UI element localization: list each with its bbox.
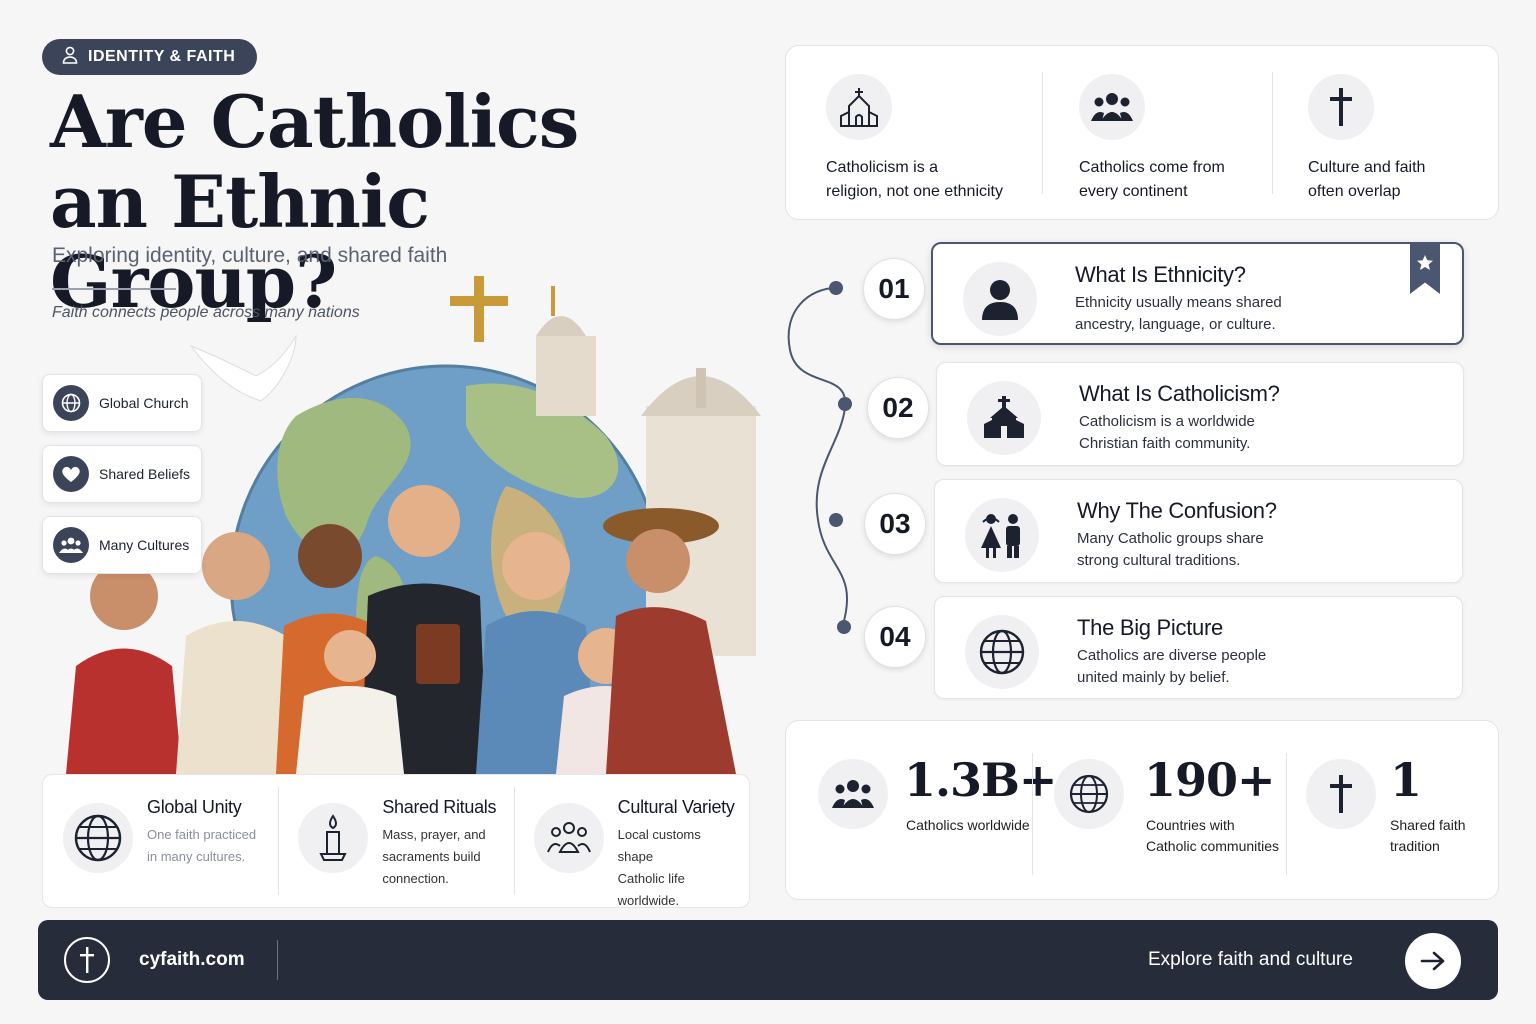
feature-global-unity: Global Unity One faith practiced in many … xyxy=(43,775,278,907)
people-icon xyxy=(533,803,604,873)
feature-title: Cultural Variety xyxy=(617,797,735,817)
pill-shared-beliefs[interactable]: Shared Beliefs xyxy=(42,445,202,503)
stat-value: 190+ xyxy=(1144,753,1276,807)
divider xyxy=(1032,753,1033,875)
pill-label: Many Cultures xyxy=(99,537,190,553)
stat-value: 1 xyxy=(1390,753,1422,807)
people-icon xyxy=(1079,74,1145,140)
fact-item: Culture and faith often overlap xyxy=(1308,74,1425,204)
feature-text: Mass, prayer, and sacraments build connect… xyxy=(382,827,486,886)
feature-text: Local customs shape Catholic life worldwid… xyxy=(617,827,701,908)
fact-item: Catholicism is a religion, not one ethnic… xyxy=(826,74,1003,204)
step-number: 02 xyxy=(867,377,929,439)
fact-item: Catholics come from every continent xyxy=(1079,74,1225,204)
feature-text: One faith practiced in many cultures. xyxy=(147,827,257,864)
step-text: Ethnicity usually means shared ancestry, … xyxy=(1075,294,1282,333)
site-link[interactable]: cyfaith.com xyxy=(139,949,245,971)
step-number: 01 xyxy=(863,258,925,320)
stats-card: 1.3B+ Catholics worldwide 190+ Countries… xyxy=(785,720,1499,900)
heart-icon xyxy=(53,456,89,492)
pill-global-church[interactable]: Global Church xyxy=(42,374,202,432)
feature-cultural-variety: Cultural Variety Local customs shape Cath… xyxy=(513,775,749,908)
cross-icon xyxy=(1306,759,1376,829)
globe-icon xyxy=(965,615,1039,689)
arrow-right-icon[interactable] xyxy=(1405,933,1461,989)
person-icon xyxy=(62,46,78,69)
category-tag-label: IDENTITY & FAITH xyxy=(88,48,236,65)
feature-title: Global Unity xyxy=(147,797,242,817)
step-text: Catholics are diverse people united mainl… xyxy=(1077,647,1267,686)
stat-label: Shared faith tradition xyxy=(1390,817,1466,854)
cross-icon xyxy=(1308,74,1374,140)
stat-label: Countries with Catholic communities xyxy=(1146,817,1280,854)
people-icon xyxy=(818,759,888,829)
step-text: Catholicism is a worldwide Christian fait… xyxy=(1079,413,1255,452)
step-card-catholicism[interactable]: What Is Catholicism? Catholicism is a wo… xyxy=(936,362,1464,466)
step-text: Many Catholic groups share strong cultura… xyxy=(1077,530,1264,569)
step-title: The Big Picture xyxy=(1077,615,1223,640)
church-icon xyxy=(967,381,1041,455)
step-title: What Is Catholicism? xyxy=(1079,381,1280,406)
church-icon xyxy=(826,74,892,140)
cta-text[interactable]: Explore faith and culture xyxy=(1148,949,1353,971)
step-card-ethnicity[interactable]: What Is Ethnicity? Ethnicity usually mea… xyxy=(931,242,1464,345)
step-title: What Is Ethnicity? xyxy=(1075,262,1246,287)
category-tag: IDENTITY & FAITH xyxy=(42,39,257,75)
people-icon xyxy=(53,527,89,563)
divider xyxy=(1042,72,1043,194)
feature-title: Shared Rituals xyxy=(382,797,497,817)
step-number: 03 xyxy=(864,493,926,555)
person-icon xyxy=(963,262,1037,336)
step-number: 04 xyxy=(864,606,926,668)
fact-text: Culture and faith often overlap xyxy=(1308,159,1426,200)
stat-label: Catholics worldwide xyxy=(906,817,1030,833)
divider xyxy=(1286,753,1287,875)
pill-many-cultures[interactable]: Many Cultures xyxy=(42,516,202,574)
pill-label: Shared Beliefs xyxy=(99,466,191,482)
stat-value: 1.3B+ xyxy=(904,753,1057,807)
step-title: Why The Confusion? xyxy=(1077,498,1277,523)
cross-icon xyxy=(64,937,110,983)
step-card-big-picture[interactable]: The Big Picture Catholics are diverse pe… xyxy=(934,596,1463,699)
globe-icon xyxy=(1054,759,1124,829)
divider xyxy=(277,940,278,980)
footer-bar: cyfaith.com Explore faith and culture xyxy=(38,920,1498,1000)
bookmark-star-icon[interactable] xyxy=(1410,242,1440,294)
candle-icon xyxy=(298,803,369,873)
pill-label: Global Church xyxy=(99,395,189,411)
step-card-confusion[interactable]: Why The Confusion? Many Catholic groups … xyxy=(934,479,1463,583)
page-subtitle: Exploring identity, culture, and shared … xyxy=(52,244,448,267)
globe-icon xyxy=(63,803,133,873)
couple-icon xyxy=(965,498,1039,572)
facts-card: Catholicism is a religion, not one ethnic… xyxy=(785,45,1499,220)
feature-card: Global Unity One faith practiced in many … xyxy=(42,774,750,908)
feature-shared-rituals: Shared Rituals Mass, prayer, and sacramen… xyxy=(278,775,513,907)
timeline-connector xyxy=(787,281,852,634)
fact-text: Catholics come from every continent xyxy=(1079,159,1225,200)
globe-icon xyxy=(53,385,89,421)
divider xyxy=(1272,72,1273,194)
fact-text: Catholicism is a religion, not one ethnic… xyxy=(826,159,1003,200)
